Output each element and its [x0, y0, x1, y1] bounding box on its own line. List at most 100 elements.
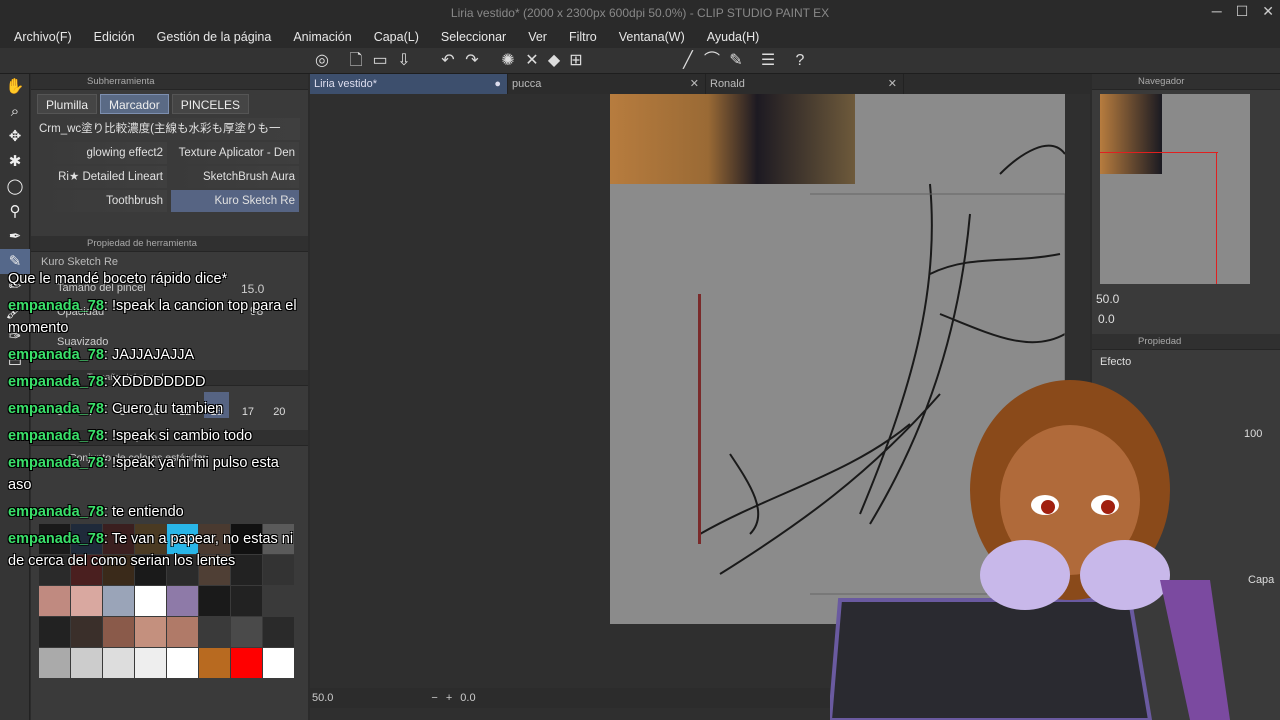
color-swatch[interactable] — [103, 586, 134, 616]
menu-select[interactable]: Seleccionar — [441, 30, 506, 44]
brush-item[interactable]: Ri★ Detailed Lineart — [39, 166, 167, 188]
brush-item[interactable]: Toothbrush — [39, 190, 167, 212]
chat-message: empanada_78: XDDDDDDDD — [8, 374, 206, 390]
color-swatch[interactable] — [103, 617, 134, 647]
layer-opacity[interactable]: 100 — [1244, 428, 1262, 440]
menu-file[interactable]: Archivo(F) — [14, 30, 72, 44]
transform-icon[interactable]: ⊞ — [566, 51, 586, 71]
zoom-value[interactable]: 50.0 — [312, 692, 333, 704]
zoom-in-icon[interactable]: + — [446, 692, 452, 704]
color-swatch[interactable] — [135, 648, 166, 678]
color-swatch[interactable] — [263, 586, 294, 616]
ruler-icon[interactable]: ⌒ — [702, 51, 722, 71]
color-swatch[interactable] — [135, 617, 166, 647]
undo-icon[interactable]: ↶ — [438, 51, 458, 71]
color-swatch[interactable] — [231, 648, 262, 678]
chat-username: empanada_78 — [8, 504, 104, 520]
color-swatch[interactable] — [167, 586, 198, 616]
minimize-icon[interactable]: ─ — [1212, 3, 1222, 20]
brush-item[interactable]: SketchBrush Aura — [171, 166, 299, 188]
close-icon[interactable]: ✕ — [1262, 3, 1274, 20]
command-bar: ◎ 🗋 ▭ ⇩ ↶ ↷ ✺ ✕ ◆ ⊞ ╱ ⌒ ✎ ☰ ? — [0, 48, 1280, 74]
menu-animation[interactable]: Animación — [293, 30, 351, 44]
chat-username: empanada_78 — [8, 374, 104, 390]
navigator-preview[interactable] — [1100, 94, 1250, 284]
property-header: Propiedad — [1092, 334, 1280, 350]
brush-item[interactable]: Crm_wc塗り比較濃度(主線も水彩も厚塗りも一 — [39, 118, 300, 140]
color-swatch[interactable] — [71, 648, 102, 678]
color-swatch[interactable] — [231, 617, 262, 647]
color-swatch[interactable] — [39, 586, 70, 616]
color-swatch[interactable] — [39, 617, 70, 647]
menu-help[interactable]: Ayuda(H) — [707, 30, 760, 44]
brush-item[interactable]: glowing effect2 — [39, 142, 167, 164]
color-swatch[interactable] — [199, 586, 230, 616]
chat-text: Cuero tu tambien — [111, 401, 224, 417]
streamer-avatar — [830, 380, 1230, 720]
menu-page[interactable]: Gestión de la página — [157, 30, 272, 44]
color-swatch[interactable] — [135, 586, 166, 616]
subtool-header: Subherramienta — [31, 74, 308, 90]
menu-view[interactable]: Ver — [528, 30, 547, 44]
color-swatch[interactable] — [39, 648, 70, 678]
chat-message: empanada_78: JAJJAJAJJA — [8, 347, 195, 363]
pen-icon[interactable]: ✎ — [726, 51, 746, 71]
window-title: Liria vestido* (2000 x 2300px 600dpi 50.… — [450, 6, 830, 20]
menu-layer[interactable]: Capa(L) — [374, 30, 419, 44]
color-swatch[interactable] — [167, 617, 198, 647]
lasso-icon[interactable]: ◯ — [0, 174, 30, 199]
chat-username: empanada_78 — [8, 298, 104, 314]
zoom-out-icon[interactable]: − — [431, 692, 437, 704]
chat-message: empanada_78: !speak la cancion top para … — [8, 298, 297, 336]
color-swatch[interactable] — [71, 617, 102, 647]
loading-icon[interactable]: ✺ — [498, 51, 518, 71]
color-swatch[interactable] — [231, 586, 262, 616]
maximize-icon[interactable]: ☐ — [1236, 3, 1249, 20]
tab-pinceles[interactable]: PINCELES — [171, 94, 250, 114]
magic-wand-icon[interactable]: ⚲ — [0, 199, 30, 224]
chat-text: !speak si cambio todo — [111, 428, 253, 444]
color-swatch[interactable] — [199, 648, 230, 678]
color-swatch[interactable] — [71, 586, 102, 616]
angle-value[interactable]: 0.0 — [460, 692, 475, 704]
open-folder-icon[interactable]: ▭ — [370, 51, 390, 71]
doc-tab-ronald[interactable]: Ronald ✕ — [706, 74, 904, 94]
help-icon[interactable]: ? — [790, 51, 810, 71]
color-swatch[interactable] — [199, 617, 230, 647]
doc-tab-liria[interactable]: Liria vestido* ● — [310, 74, 508, 94]
zoom-icon[interactable]: ⌕ — [0, 99, 30, 124]
chat-text: te entiendo — [111, 504, 184, 520]
menu-filter[interactable]: Filtro — [569, 30, 597, 44]
color-swatch[interactable] — [263, 648, 294, 678]
app-icon[interactable]: ◎ — [312, 51, 332, 71]
tab-plumilla[interactable]: Plumilla — [37, 94, 98, 114]
stream-chat: Que le mandé boceto rápido dice* empanada… — [8, 268, 298, 577]
chat-username: empanada_78 — [8, 428, 104, 444]
chat-message: empanada_78: Cuero tu tambien — [8, 401, 224, 417]
redo-icon[interactable]: ↷ — [462, 51, 482, 71]
doc-tab-pucca[interactable]: pucca ✕ — [508, 74, 706, 94]
menu-window[interactable]: Ventana(W) — [619, 30, 685, 44]
color-swatch[interactable] — [103, 648, 134, 678]
menu-bar: Archivo(F) Edición Gestión de la página … — [0, 26, 1280, 48]
menu-edit[interactable]: Edición — [94, 30, 135, 44]
sparkle-icon[interactable]: ✱ — [0, 149, 30, 174]
clear-icon[interactable]: ✕ — [522, 51, 542, 71]
chat-message: empanada_78: !speak si cambio todo — [8, 428, 253, 444]
eyedropper-icon[interactable]: ✒ — [0, 224, 30, 249]
brush-item[interactable]: Texture Aplicator - Den — [171, 142, 299, 164]
color-swatch[interactable] — [263, 617, 294, 647]
color-swatch[interactable] — [167, 648, 198, 678]
chat-message: empanada_78: te entiendo — [8, 504, 184, 520]
navigator-zoom[interactable]: 50.0 — [1096, 292, 1119, 306]
tab-marcador[interactable]: Marcador — [100, 94, 169, 114]
move-icon[interactable]: ✥ — [0, 124, 30, 149]
new-file-icon[interactable]: 🗋 — [346, 51, 366, 71]
fill-icon[interactable]: ◆ — [544, 51, 564, 71]
save-icon[interactable]: ⇩ — [394, 51, 414, 71]
hand-icon[interactable]: ✋ — [0, 74, 30, 99]
snap-icon[interactable]: ╱ — [678, 51, 698, 71]
brush-item-selected[interactable]: Kuro Sketch Re — [171, 190, 299, 212]
list-icon[interactable]: ☰ — [758, 51, 778, 71]
navigator-angle[interactable]: 0.0 — [1098, 312, 1115, 326]
